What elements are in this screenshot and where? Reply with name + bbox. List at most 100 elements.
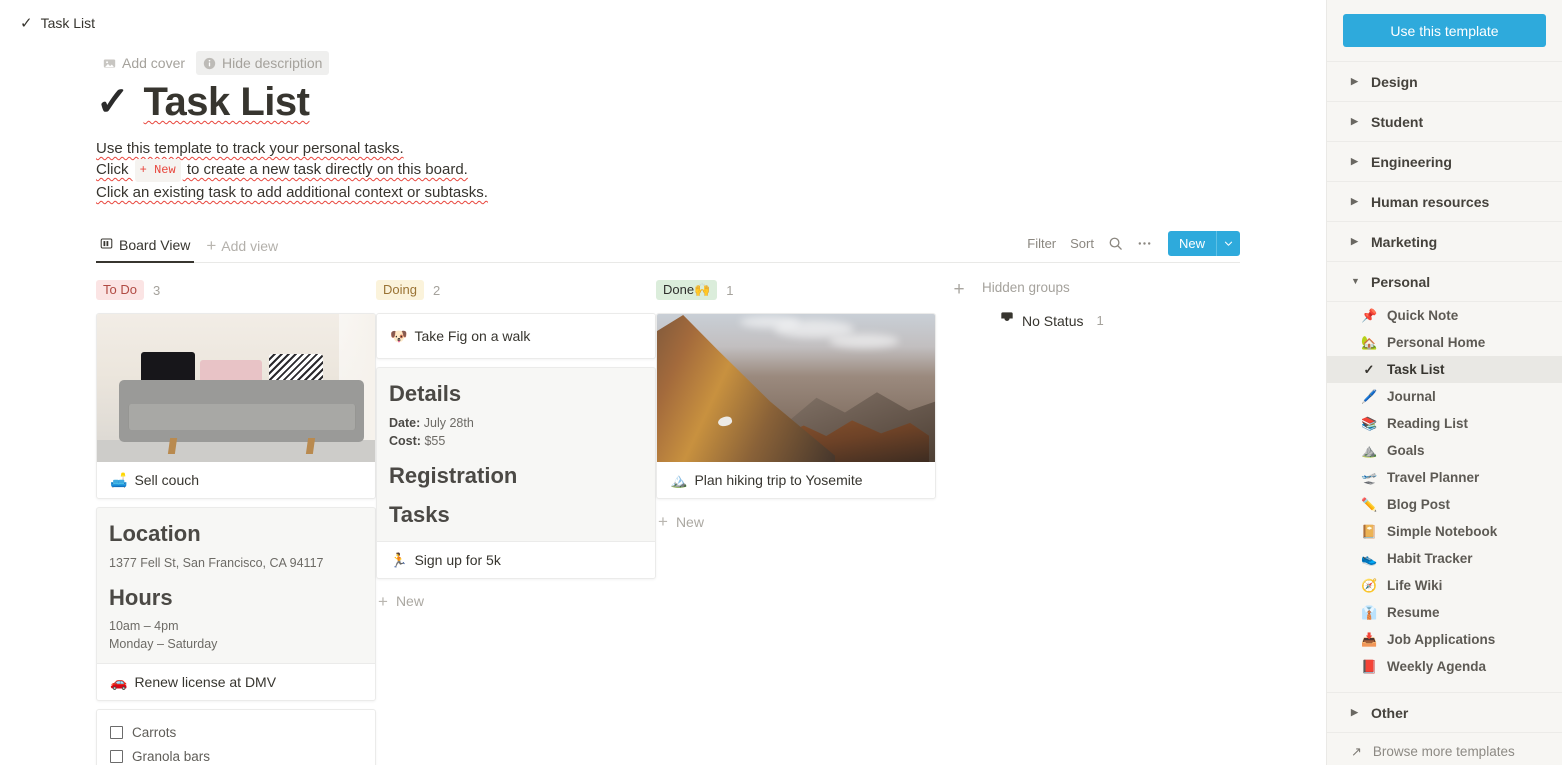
app-root: ✓ Task List Add cover Hide description ✓… (0, 0, 1562, 765)
tab-board-view-label: Board View (119, 237, 191, 253)
sidebar-personal-items: 📌 Quick Note 🏡 Personal Home ✓ Task List… (1327, 301, 1562, 680)
sidebar-item-task-list[interactable]: ✓ Task List (1327, 356, 1562, 383)
description-line-2-prefix: Click (96, 161, 133, 178)
add-group-button[interactable]: + (936, 279, 982, 299)
checklist-item[interactable]: Carrots (110, 720, 362, 744)
text-hours-time: 10am – 4pm (109, 619, 179, 633)
chevron-right-icon: ▶ (1351, 156, 1358, 166)
add-card-label: New (395, 593, 424, 609)
runner-icon: 🏃 (390, 551, 408, 568)
card-grocery-checklist[interactable]: Carrots Granola bars Yogurt (96, 709, 376, 765)
field-date-key: Date: (389, 415, 421, 430)
heading-location: Location (109, 521, 201, 546)
books-icon: 📚 (1361, 416, 1378, 431)
template-sidebar: Use this template ▶ Design ▶ Student ▶ E… (1326, 0, 1562, 765)
column-header-done[interactable]: Done🙌 1 (656, 279, 936, 301)
browse-more-templates-label: Browse more templates (1372, 744, 1515, 759)
add-cover-button[interactable]: Add cover (96, 51, 192, 75)
sidebar-item-simple-notebook[interactable]: 📔 Simple Notebook (1327, 518, 1562, 545)
use-this-template-button[interactable]: Use this template (1343, 14, 1546, 47)
sidebar-item-reading-list[interactable]: 📚 Reading List (1327, 410, 1562, 437)
sidebar-item-personal-home[interactable]: 🏡 Personal Home (1327, 329, 1562, 356)
card-title-text: Renew license at DMV (134, 674, 277, 690)
sidebar-category-marketing[interactable]: ▶ Marketing (1327, 221, 1562, 261)
pushpin-icon: 📌 (1361, 308, 1378, 323)
board-view-icon (100, 237, 113, 253)
view-tabs: Board View + Add view (96, 237, 284, 263)
sidebar-category-personal[interactable]: ▼ Personal (1327, 261, 1562, 301)
subtask-sign-up-5k[interactable]: 🏃 Sign up for 5k (377, 540, 655, 578)
breadcrumb-title[interactable]: Task List (41, 15, 95, 31)
rich-text-body: Location 1377 Fell St, San Francisco, CA… (97, 508, 375, 663)
column-header-todo[interactable]: To Do 3 (96, 279, 376, 301)
card-sell-couch[interactable]: 🛋️ Sell couch (96, 313, 376, 499)
column-count-todo: 3 (152, 282, 161, 298)
sidebar-category-design[interactable]: ▶ Design (1327, 61, 1562, 101)
add-card-button-doing[interactable]: + New (376, 587, 656, 616)
sidebar-item-label: Blog Post (1387, 497, 1450, 512)
chevron-right-icon: ▶ (1351, 76, 1358, 86)
sidebar-category-label: Other (1371, 704, 1409, 721)
ellipsis-icon[interactable] (1137, 236, 1152, 251)
add-card-button-done[interactable]: + New (656, 507, 936, 536)
sidebar-item-habit-tracker[interactable]: 👟 Habit Tracker (1327, 545, 1562, 572)
search-icon[interactable] (1108, 236, 1123, 251)
card-title-row: 🏔️ Plan hiking trip to Yosemite (657, 462, 935, 498)
main-content-pane: ✓ Task List Add cover Hide description ✓… (0, 0, 1326, 765)
sort-button[interactable]: Sort (1070, 236, 1094, 251)
subtask-renew-license[interactable]: 🚗 Renew license at DMV (97, 663, 375, 700)
tab-board-view[interactable]: Board View (96, 237, 195, 263)
page-title[interactable]: Task List (144, 80, 310, 124)
inbox-tray-icon: 📥 (1361, 632, 1378, 647)
add-view-button[interactable]: + Add view (200, 237, 284, 262)
checkbox-carrots[interactable] (110, 725, 123, 739)
add-view-label: Add view (221, 237, 279, 254)
status-badge-done: Done🙌 (656, 280, 718, 300)
sidebar-category-other[interactable]: ▶ Other (1327, 692, 1562, 732)
column-header-doing[interactable]: Doing 2 (376, 279, 656, 301)
sidebar-item-journal[interactable]: 🖊️ Journal (1327, 383, 1562, 410)
sidebar-item-label: Reading List (1387, 416, 1469, 431)
info-icon (203, 57, 216, 70)
sidebar-item-blog-post[interactable]: ✏️ Blog Post (1327, 491, 1562, 518)
sidebar-item-weekly-agenda[interactable]: 📕 Weekly Agenda (1327, 653, 1562, 680)
couch-photo-cover (97, 314, 375, 462)
chevron-down-icon[interactable] (1216, 231, 1240, 256)
board-column-done: Done🙌 1 🏔️ Plan hiking trip to Yosemite … (656, 279, 936, 536)
sidebar-category-human-resources[interactable]: ▶ Human resources (1327, 181, 1562, 221)
page-emoji-icon[interactable]: ✓ (96, 82, 130, 122)
sidebar-category-label: Student (1371, 113, 1424, 130)
page-description[interactable]: Use this template to track your personal… (96, 138, 1240, 203)
sidebar-item-travel-planner[interactable]: 🛫 Travel Planner (1327, 464, 1562, 491)
filter-button[interactable]: Filter (1027, 236, 1056, 251)
new-button[interactable]: New (1167, 231, 1216, 256)
sidebar-item-quick-note[interactable]: 📌 Quick Note (1327, 302, 1562, 329)
card-take-fig-on-walk[interactable]: 🐶 Take Fig on a walk (376, 313, 656, 359)
heading-hours: Hours (109, 584, 173, 610)
card-title-row: 🏃 Sign up for 5k (377, 542, 655, 578)
field-date: Date: July 28th (389, 414, 643, 432)
sidebar-category-student[interactable]: ▶ Student (1327, 101, 1562, 141)
hidden-group-no-status[interactable]: No Status 1 (982, 311, 1104, 330)
sidebar-item-life-wiki[interactable]: 🧭 Life Wiki (1327, 572, 1562, 599)
rich-text-body: Details Date: July 28th Cost: $55 Regist… (377, 368, 655, 541)
sidebar-item-job-applications[interactable]: 📥 Job Applications (1327, 626, 1562, 653)
heading-registration: Registration (389, 462, 518, 488)
heading-details: Details (389, 381, 462, 406)
sidebar-item-goals[interactable]: ⛰️ Goals (1327, 437, 1562, 464)
checklist-item[interactable]: Granola bars (110, 744, 362, 765)
sidebar-category-engineering[interactable]: ▶ Engineering (1327, 141, 1562, 181)
text-hours-days: Monday – Saturday (109, 637, 218, 651)
card-location-hours[interactable]: Location 1377 Fell St, San Francisco, CA… (96, 507, 376, 701)
browse-more-templates-link[interactable]: ↗ Browse more templates (1327, 732, 1562, 765)
cloud-3 (740, 316, 801, 328)
card-race-details[interactable]: Details Date: July 28th Cost: $55 Regist… (376, 367, 656, 579)
sidebar-item-label: Weekly Agenda (1387, 659, 1487, 674)
page-content: Add cover Hide description ✓ Task List U… (0, 50, 1326, 765)
hide-description-button[interactable]: Hide description (196, 51, 330, 75)
checkbox-granola-bars[interactable] (110, 749, 123, 763)
sidebar-item-resume[interactable]: 👔 Resume (1327, 599, 1562, 626)
sidebar-category-label: Human resources (1371, 193, 1490, 210)
card-plan-hiking-trip[interactable]: 🏔️ Plan hiking trip to Yosemite (656, 313, 936, 499)
inline-new-chip[interactable]: + New (134, 159, 181, 182)
